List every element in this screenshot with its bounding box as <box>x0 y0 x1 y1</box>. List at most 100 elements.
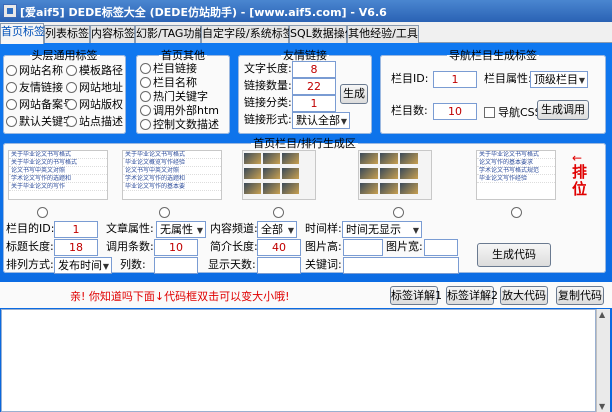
col-count-input[interactable] <box>154 257 198 274</box>
preview-5-radio[interactable] <box>511 207 522 218</box>
radio-site-name[interactable]: 网站名称 <box>6 62 63 78</box>
title-bar[interactable]: [爱aif5] DEDE标签大全 (DEDE仿站助手) - [www.aif5.… <box>0 0 612 22</box>
keyword-input[interactable] <box>343 257 459 274</box>
code-textarea[interactable] <box>1 309 596 412</box>
preview-4-radio[interactable] <box>393 207 404 218</box>
list-gen-title: 首页栏目/排行生成区 <box>253 137 356 150</box>
enlarge-code-button[interactable]: 放大代码 <box>500 286 548 305</box>
preview-pic-icon <box>244 183 261 194</box>
tip-text: 亲! 你知道吗下面↓代码框双击可以变大小哦! <box>70 290 290 303</box>
preview-pic-icon <box>282 153 299 164</box>
radio-site-url[interactable]: 网站地址 <box>66 79 123 95</box>
preview-pic-icon <box>282 183 299 194</box>
preview-pic-icon <box>282 168 299 179</box>
img-width-input[interactable] <box>424 239 458 256</box>
preview-pic-icon <box>380 153 398 164</box>
scroll-up-icon[interactable]: ▲ <box>599 310 605 319</box>
column-id-input[interactable]: 1 <box>54 221 98 238</box>
preview-2-radio[interactable] <box>159 207 170 218</box>
tab-bar: 首页标签 列表标签 内容标签 幻影/TAG功能 自定字段/系统标签 SQL数据操… <box>0 23 612 44</box>
radio-template-path[interactable]: 模板路径 <box>66 62 123 78</box>
preview-pic-icon <box>380 168 398 179</box>
app-window: [爱aif5] DEDE标签大全 (DEDE仿站助手) - [www.aif5.… <box>0 0 612 412</box>
preview-pic-icon <box>360 183 378 194</box>
preview-3-radio[interactable] <box>273 207 284 218</box>
radio-default-keyword[interactable]: 默认关键字 <box>6 113 74 129</box>
nav-css-label: 导航CSS <box>498 106 542 119</box>
link-count-input[interactable]: 22 <box>292 78 336 95</box>
tab-content-tags[interactable]: 内容标签 <box>90 25 135 43</box>
preview-pic-icon <box>400 183 418 194</box>
link-form-select[interactable]: 默认全部 <box>292 112 350 129</box>
img-width-label: 图片宽: <box>386 240 423 253</box>
nav-column-count-input[interactable]: 10 <box>433 103 477 120</box>
copy-code-button[interactable]: 复制代码 <box>556 286 604 305</box>
img-height-input[interactable] <box>343 239 383 256</box>
tab-slide-tag[interactable]: 幻影/TAG功能 <box>135 25 205 43</box>
preview-pic-icon <box>400 153 418 164</box>
summary-length-input[interactable]: 40 <box>257 239 301 256</box>
preview-pic-icon <box>360 168 378 179</box>
app-icon <box>3 4 17 18</box>
link-type-input[interactable]: 1 <box>292 95 336 112</box>
preview-pic-icon <box>244 168 261 179</box>
title-length-label: 标题长度: <box>6 240 54 253</box>
link-count-label: 链接数量: <box>244 79 292 92</box>
nav-column-count-label: 栏目数: <box>391 104 428 117</box>
preview-line: 学术论文写作的选题和 <box>9 175 107 183</box>
days-input[interactable] <box>257 257 301 274</box>
nav-column-id-input[interactable]: 1 <box>433 71 477 88</box>
col-count-label: 列数: <box>120 258 146 271</box>
preview-1-radio[interactable] <box>37 207 48 218</box>
keyword-label: 关键词: <box>305 258 342 271</box>
time-style-select[interactable]: 时间无显示 <box>342 221 422 238</box>
radio-desc-control[interactable]: 控制文数描述 <box>140 116 219 132</box>
radio-site-desc[interactable]: 站点描述 <box>66 113 123 129</box>
link-form-label: 链接形式: <box>244 113 292 126</box>
preview-line: 毕业论文写作经验 <box>477 175 555 183</box>
nav-title: 导航栏目生成标签 <box>449 49 537 62</box>
nav-column-attr-label: 栏目属性: <box>484 72 532 85</box>
tab-sql[interactable]: SQL数据操作 <box>289 25 356 43</box>
generate-code-button[interactable]: 生成代码 <box>477 243 551 267</box>
preview-image-list <box>358 150 432 200</box>
tab-home-tags[interactable]: 首页标签 <box>0 23 45 44</box>
radio-friend-link[interactable]: 友情链接 <box>6 79 63 95</box>
header-tags-title: 头层通用标签 <box>31 49 98 62</box>
radio-label: 友情链接 <box>19 81 63 94</box>
preview-line: 关于毕业论文的书写格式 <box>9 159 107 167</box>
column-id-label: 栏目的ID: <box>6 222 55 235</box>
nav-css-checkbox[interactable]: 导航CSS <box>484 104 542 120</box>
friend-link-generate-button[interactable]: 生成 <box>340 84 368 104</box>
days-label: 显示天数: <box>208 258 256 271</box>
code-scrollbar[interactable]: ▲ ▼ <box>596 309 610 412</box>
radio-label: 网站地址 <box>79 81 123 94</box>
preview-line: 毕业论文概览写作经验 <box>123 159 221 167</box>
preview-pic-icon <box>400 168 418 179</box>
article-attr-select[interactable]: 无属性 <box>156 221 206 238</box>
scroll-down-icon[interactable]: ▼ <box>599 402 605 411</box>
title-length-input[interactable]: 18 <box>54 239 98 256</box>
nav-group: 导航栏目生成标签 <box>380 47 606 134</box>
sort-select[interactable]: 发布时间 <box>54 257 112 274</box>
preview-line: 论文写作的基本要求 <box>477 159 555 167</box>
rank-label: 排位 <box>572 163 588 198</box>
tag-detail-2-button[interactable]: 标签详解2 <box>446 286 498 305</box>
preview-line: 关于毕业论文的写作 <box>9 183 107 191</box>
nav-generate-button[interactable]: 生成调用 <box>537 100 589 120</box>
preview-list-2: 关于毕业论文书写格式 毕业论文概览写作经验 论文书写中英文对照 学术论文写作的选… <box>122 150 222 200</box>
tab-list-tags[interactable]: 列表标签 <box>44 25 90 43</box>
radio-copyright[interactable]: 网站版权 <box>66 96 123 112</box>
text-length-input[interactable]: 8 <box>292 61 336 78</box>
nav-column-attr-select[interactable]: 顶级栏目 <box>530 71 588 88</box>
tab-panel: 头层通用标签 网站名称 模板路径 友情链接 网站地址 网站备案号 网站版权 默认… <box>0 43 612 412</box>
radio-label: 网站版权 <box>79 98 123 111</box>
preview-line: 关于毕业论文书写格式 <box>9 151 107 159</box>
tab-other-tools[interactable]: 其他经验/工具 <box>347 25 419 43</box>
tag-detail-1-button[interactable]: 标签详解1 <box>390 286 442 305</box>
call-count-input[interactable]: 10 <box>154 239 198 256</box>
radio-icp[interactable]: 网站备案号 <box>6 96 74 112</box>
tab-custom-fields[interactable]: 自定字段/系统标签 <box>201 25 294 43</box>
content-channel-select[interactable]: 全部 <box>257 221 297 238</box>
preview-pic-icon <box>380 183 398 194</box>
